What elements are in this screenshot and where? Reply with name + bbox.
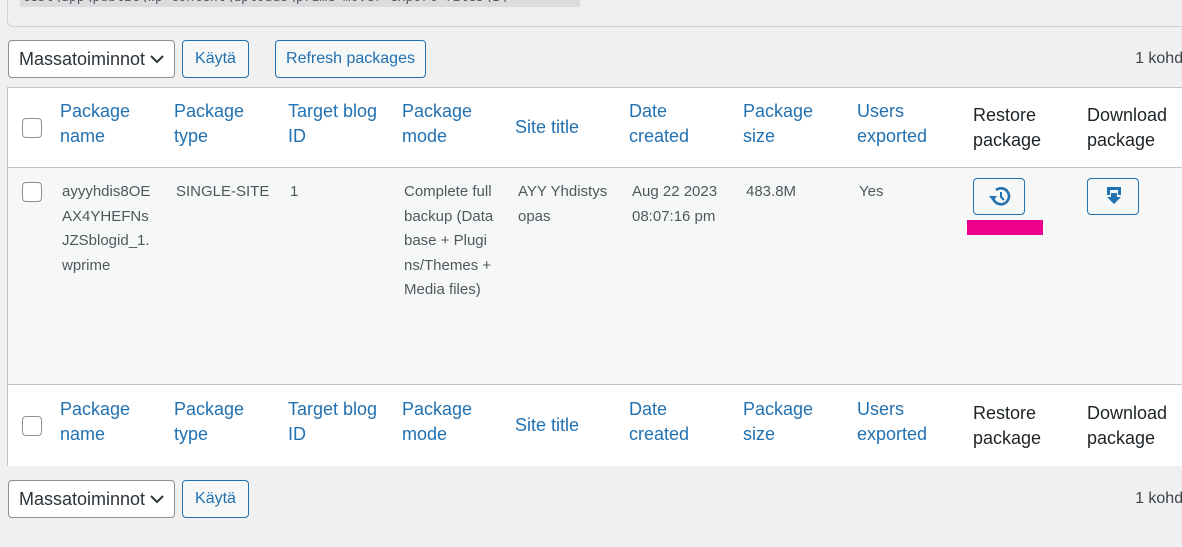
bulk-actions-select-bottom[interactable]: Massatoiminnot: [8, 480, 175, 518]
select-all-checkbox[interactable]: [22, 118, 42, 138]
restore-history-icon: [989, 187, 1011, 206]
apply-button[interactable]: Käytä: [182, 40, 249, 78]
column-restore-package: Restore package: [973, 105, 1042, 150]
column-package-type[interactable]: Package type: [174, 99, 264, 149]
item-count: 1 kohde: [1135, 50, 1182, 67]
footer-column-target-blog-id[interactable]: Target blog ID: [288, 397, 388, 447]
annotation-highlight-bar: [967, 220, 1043, 235]
tablenav-top: Massatoiminnot Käytä Refresh packages 1 …: [8, 40, 1182, 80]
column-download-package: Download package: [1087, 105, 1168, 150]
footer-column-site-title[interactable]: Site title: [515, 413, 615, 438]
footer-column-users-exported[interactable]: Users exported: [857, 397, 947, 447]
column-package-mode[interactable]: Package mode: [402, 99, 492, 149]
package-name-cell: ayyyhdis8OEAX4YHEFNsJZSblogid_1.wprime: [62, 183, 151, 274]
column-date-created[interactable]: Date created: [629, 99, 709, 149]
footer-column-package-type[interactable]: Package type: [174, 397, 264, 447]
footer-column-package-name[interactable]: Package name: [60, 397, 150, 447]
footer-column-package-mode[interactable]: Package mode: [402, 397, 492, 447]
download-arrow-icon: [1107, 187, 1121, 204]
table-footer: Package name Package type Target blog ID…: [8, 386, 1182, 466]
date-created-cell: Aug 22 2023 08:07:16 pm: [632, 183, 718, 225]
download-package-button[interactable]: [1087, 178, 1139, 215]
footer-column-restore-package: Restore package: [973, 403, 1042, 448]
package-mode-cell: Complete full backup (Database + Plugins…: [404, 183, 494, 298]
item-count-bottom: 1 kohde: [1135, 490, 1182, 507]
table-row: ayyyhdis8OEAX4YHEFNsJZSblogid_1.wprime S…: [8, 168, 1182, 385]
refresh-packages-button[interactable]: Refresh packages: [275, 40, 426, 78]
packages-table: Package name Package type Target blog ID…: [7, 87, 1182, 466]
package-type-cell: SINGLE-SITE: [176, 183, 270, 200]
column-package-name[interactable]: Package name: [60, 99, 150, 149]
table-header: Package name Package type Target blog ID…: [8, 88, 1182, 168]
target-blog-id-cell: 1: [290, 183, 299, 200]
bulk-actions-value: Massatoiminnot: [19, 49, 146, 69]
restore-package-button[interactable]: [973, 178, 1025, 215]
column-package-size[interactable]: Package size: [743, 99, 823, 149]
export-path-code: test\app\public\wp-content\uploads\prime…: [20, 0, 580, 7]
footer-column-package-size[interactable]: Package size: [743, 397, 823, 447]
tablenav-bottom: Massatoiminnot Käytä 1 kohde: [8, 480, 1182, 520]
column-site-title[interactable]: Site title: [515, 115, 615, 140]
bulk-actions-select[interactable]: Massatoiminnot: [8, 40, 175, 78]
users-exported-cell: Yes: [859, 183, 884, 200]
column-users-exported[interactable]: Users exported: [857, 99, 947, 149]
row-checkbox[interactable]: [22, 182, 42, 202]
apply-button-bottom[interactable]: Käytä: [182, 480, 249, 518]
bulk-actions-value: Massatoiminnot: [19, 489, 146, 509]
column-target-blog-id[interactable]: Target blog ID: [288, 99, 388, 149]
site-title-cell: AYY Yhdistysopas: [518, 183, 608, 225]
package-size-cell: 483.8M: [746, 183, 797, 200]
footer-column-date-created[interactable]: Date created: [629, 397, 709, 447]
chevron-down-icon: [150, 55, 164, 64]
select-all-checkbox-footer[interactable]: [22, 416, 42, 436]
chevron-down-icon: [150, 495, 164, 504]
footer-column-download-package: Download package: [1087, 403, 1168, 448]
